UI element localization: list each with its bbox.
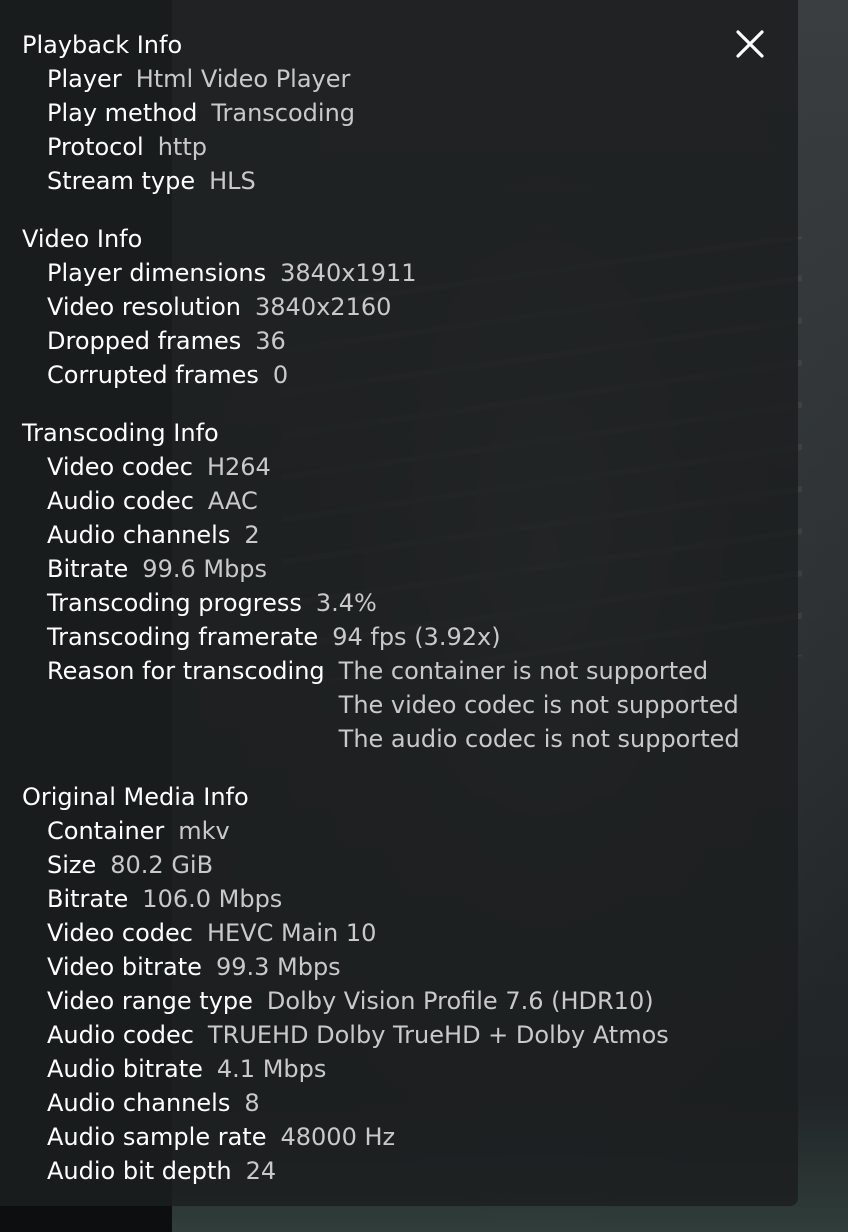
info-label: Audio channels bbox=[47, 1089, 231, 1117]
transcode-reason: The container is not supported bbox=[338, 657, 709, 685]
transcoding-info-section: Transcoding Info Video codec H264 Audio … bbox=[22, 416, 798, 756]
info-label: Video range type bbox=[47, 987, 253, 1015]
transcode-reason: The video codec is not supported bbox=[338, 691, 739, 719]
info-label: Size bbox=[47, 851, 97, 879]
info-row: Transcoding progress 3.4% bbox=[22, 586, 798, 620]
transcode-reason-values: The container is not supported The video… bbox=[339, 654, 740, 756]
section-title: Original Media Info bbox=[22, 783, 249, 811]
info-value: 94 fps (3.92x) bbox=[332, 623, 501, 651]
info-row: Video resolution 3840x2160 bbox=[22, 290, 798, 324]
info-value: 3.4% bbox=[315, 589, 377, 617]
info-label: Stream type bbox=[47, 167, 196, 195]
info-row: Audio channels 2 bbox=[22, 518, 798, 552]
info-label: Video codec bbox=[47, 453, 193, 481]
info-label: Protocol bbox=[47, 133, 144, 161]
section-title: Video Info bbox=[22, 225, 143, 253]
info-label: Bitrate bbox=[47, 555, 129, 583]
transcode-reason-row: Reason for transcoding The container is … bbox=[22, 654, 798, 756]
info-value: 0 bbox=[272, 361, 289, 389]
close-button[interactable] bbox=[728, 22, 772, 66]
transcode-reason: The audio codec is not supported bbox=[338, 725, 740, 753]
info-value: 2 bbox=[244, 521, 260, 549]
original-media-info-section: Original Media Info Container mkv Size 8… bbox=[22, 780, 798, 1188]
close-icon bbox=[736, 30, 764, 58]
info-value: Dolby Vision Profile 7.6 (HDR10) bbox=[266, 987, 654, 1015]
info-row: Size 80.2 GiB bbox=[22, 848, 798, 882]
info-row: Video range type Dolby Vision Profile 7.… bbox=[22, 984, 798, 1018]
info-row: Player Html Video Player bbox=[22, 62, 798, 96]
info-value: 99.6 Mbps bbox=[142, 555, 268, 583]
info-value: Transcoding bbox=[211, 99, 356, 127]
info-value: 8 bbox=[244, 1089, 260, 1117]
info-label: Audio bitrate bbox=[47, 1055, 203, 1083]
info-value: 36 bbox=[255, 327, 286, 355]
info-row: Dropped frames 36 bbox=[22, 324, 798, 358]
video-info-section: Video Info Player dimensions 3840x1911 V… bbox=[22, 222, 798, 392]
info-label: Container bbox=[47, 817, 165, 845]
info-row: Player dimensions 3840x1911 bbox=[22, 256, 798, 290]
info-row: Corrupted frames 0 bbox=[22, 358, 798, 392]
info-value: H264 bbox=[206, 453, 271, 481]
video-player-screen: Playback Info Player Html Video Player P… bbox=[0, 0, 848, 1232]
info-row: Bitrate 106.0 Mbps bbox=[22, 882, 798, 916]
info-label: Video resolution bbox=[47, 293, 242, 321]
playback-info-panel: Playback Info Player Html Video Player P… bbox=[0, 0, 798, 1206]
info-label: Corrupted frames bbox=[47, 361, 259, 389]
info-value: 3840x1911 bbox=[280, 259, 417, 287]
info-row: Bitrate 99.6 Mbps bbox=[22, 552, 798, 586]
section-title: Transcoding Info bbox=[22, 419, 219, 447]
info-value: 80.2 GiB bbox=[110, 851, 214, 879]
info-label: Transcoding progress bbox=[47, 589, 302, 617]
info-label: Audio sample rate bbox=[47, 1123, 267, 1151]
info-value: 99.3 Mbps bbox=[215, 953, 341, 981]
info-label: Audio codec bbox=[47, 1021, 194, 1049]
info-label: Audio bit depth bbox=[47, 1157, 232, 1185]
info-value: 24 bbox=[245, 1157, 277, 1185]
info-label: Player bbox=[47, 65, 122, 93]
info-value: Html Video Player bbox=[135, 65, 351, 93]
info-label: Transcoding framerate bbox=[47, 623, 319, 651]
info-value: AAC bbox=[207, 487, 258, 515]
info-row: Container mkv bbox=[22, 814, 798, 848]
info-row: Video codec H264 bbox=[22, 450, 798, 484]
info-value: 48000 Hz bbox=[280, 1123, 396, 1151]
info-row: Audio bitrate 4.1 Mbps bbox=[22, 1052, 798, 1086]
info-value: http bbox=[157, 133, 207, 161]
info-row: Audio bit depth 24 bbox=[22, 1154, 798, 1188]
info-label: Play method bbox=[47, 99, 198, 127]
info-label: Dropped frames bbox=[47, 327, 242, 355]
info-label: Audio codec bbox=[47, 487, 194, 515]
info-row: Transcoding framerate 94 fps (3.92x) bbox=[22, 620, 798, 654]
info-label: Video codec bbox=[47, 919, 193, 947]
info-value: 106.0 Mbps bbox=[142, 885, 283, 913]
info-value: mkv bbox=[178, 817, 230, 845]
info-label: Player dimensions bbox=[47, 259, 267, 287]
info-row: Audio channels 8 bbox=[22, 1086, 798, 1120]
info-row: Audio codec TRUEHD Dolby TrueHD + Dolby … bbox=[22, 1018, 798, 1052]
info-value: HLS bbox=[209, 167, 256, 195]
playback-info-section: Playback Info Player Html Video Player P… bbox=[22, 28, 798, 198]
info-row: Protocol http bbox=[22, 130, 798, 164]
info-label: Bitrate bbox=[47, 885, 129, 913]
info-row: Video bitrate 99.3 Mbps bbox=[22, 950, 798, 984]
info-value: HEVC Main 10 bbox=[206, 919, 377, 947]
info-row: Audio sample rate 48000 Hz bbox=[22, 1120, 798, 1154]
info-value: 4.1 Mbps bbox=[216, 1055, 327, 1083]
info-row: Play method Transcoding bbox=[22, 96, 798, 130]
info-value: TRUEHD Dolby TrueHD + Dolby Atmos bbox=[207, 1021, 669, 1049]
info-row: Video codec HEVC Main 10 bbox=[22, 916, 798, 950]
info-row: Stream type HLS bbox=[22, 164, 798, 198]
info-label: Video bitrate bbox=[47, 953, 202, 981]
info-label: Reason for transcoding bbox=[47, 657, 325, 685]
info-value: 3840x2160 bbox=[255, 293, 392, 321]
section-title: Playback Info bbox=[22, 31, 183, 59]
info-label: Audio channels bbox=[47, 521, 231, 549]
info-row: Audio codec AAC bbox=[22, 484, 798, 518]
